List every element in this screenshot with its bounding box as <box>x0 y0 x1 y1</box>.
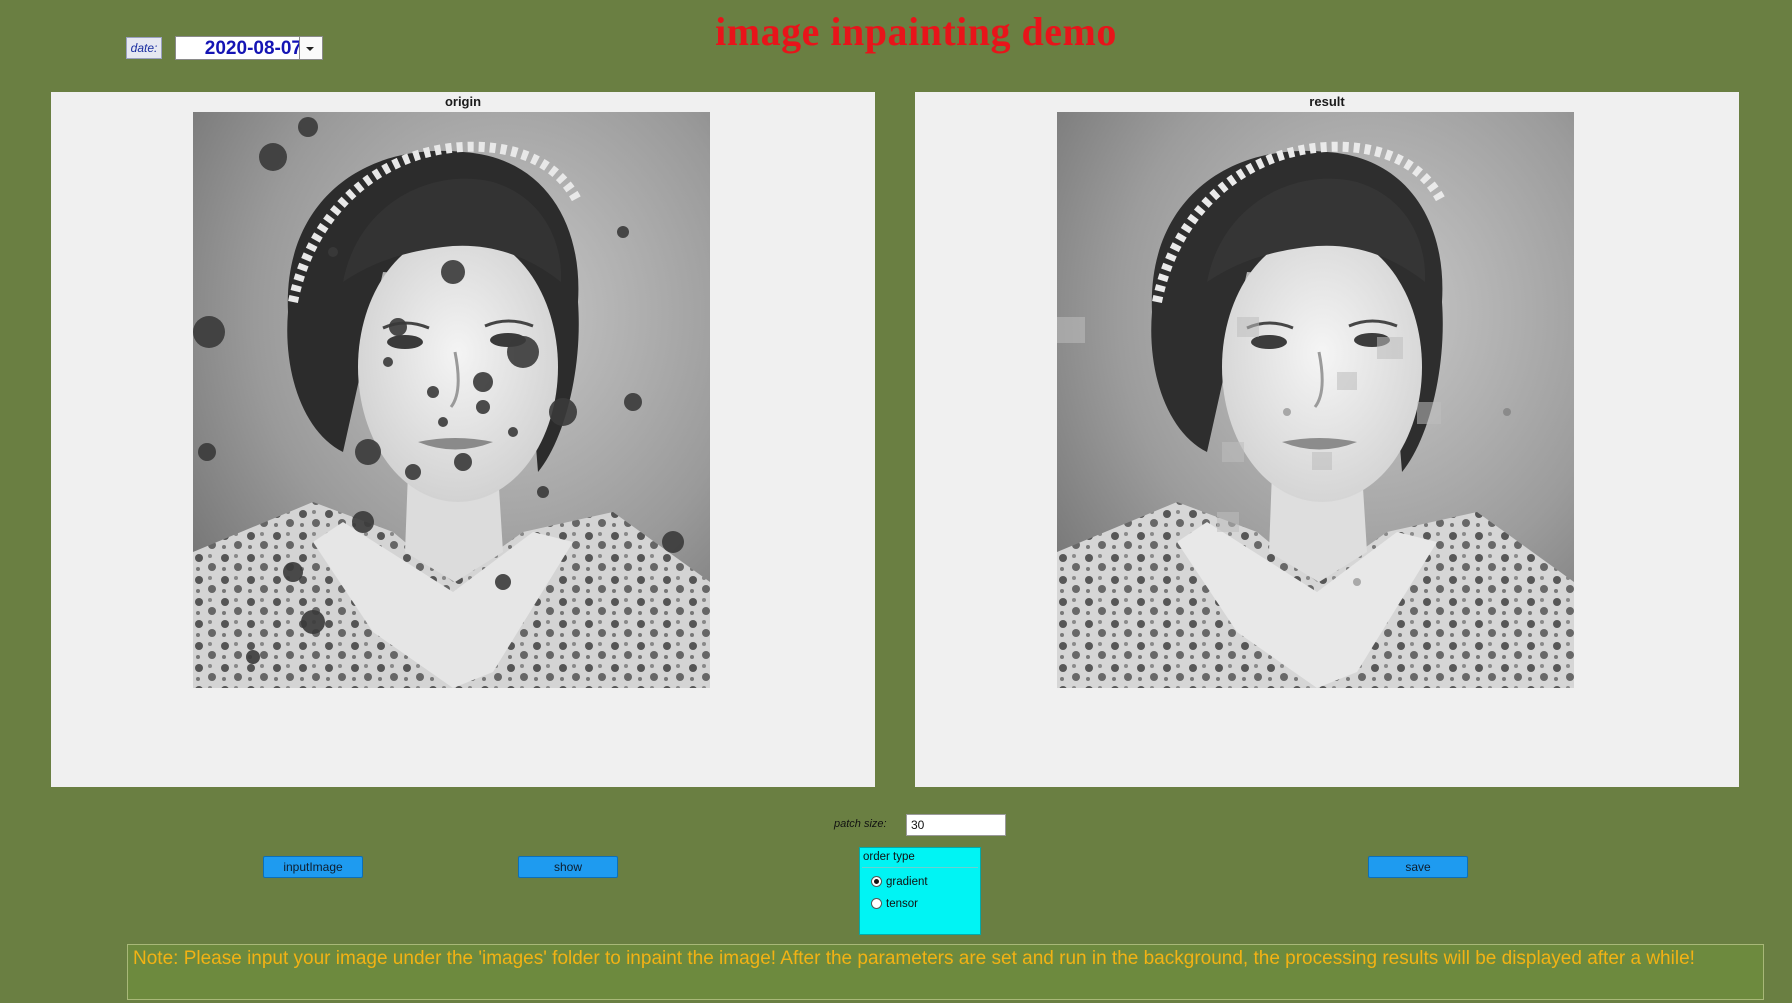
save-button[interactable]: save <box>1368 856 1468 878</box>
note-text: Note: Please input your image under the … <box>127 944 1764 1000</box>
patch-size-input[interactable] <box>906 814 1006 836</box>
input-image-button[interactable]: inputImage <box>263 856 363 878</box>
radio-gradient[interactable]: gradient <box>871 876 928 888</box>
origin-panel-title: origin <box>444 94 482 109</box>
order-type-group: order type gradient tensor <box>859 847 981 935</box>
chevron-down-icon[interactable] <box>299 37 322 59</box>
origin-image <box>193 112 710 688</box>
radio-empty-icon[interactable] <box>871 898 882 910</box>
show-button[interactable]: show <box>518 856 618 878</box>
order-type-divider <box>862 867 978 868</box>
date-label: date: <box>126 37 162 59</box>
radio-gradient-label: gradient <box>886 876 928 888</box>
radio-tensor[interactable]: tensor <box>871 898 918 910</box>
result-panel-title: result <box>1309 94 1345 109</box>
result-panel: result <box>915 92 1739 787</box>
radio-tensor-label: tensor <box>886 898 918 910</box>
result-image <box>1057 112 1574 688</box>
radio-selected-icon[interactable] <box>871 876 882 888</box>
date-value[interactable]: 2020-08-07 <box>176 37 302 59</box>
order-type-title: order type <box>863 851 915 863</box>
patch-size-label: patch size: <box>834 818 887 830</box>
date-picker[interactable]: 2020-08-07 <box>175 36 323 60</box>
origin-panel: origin <box>51 92 875 787</box>
